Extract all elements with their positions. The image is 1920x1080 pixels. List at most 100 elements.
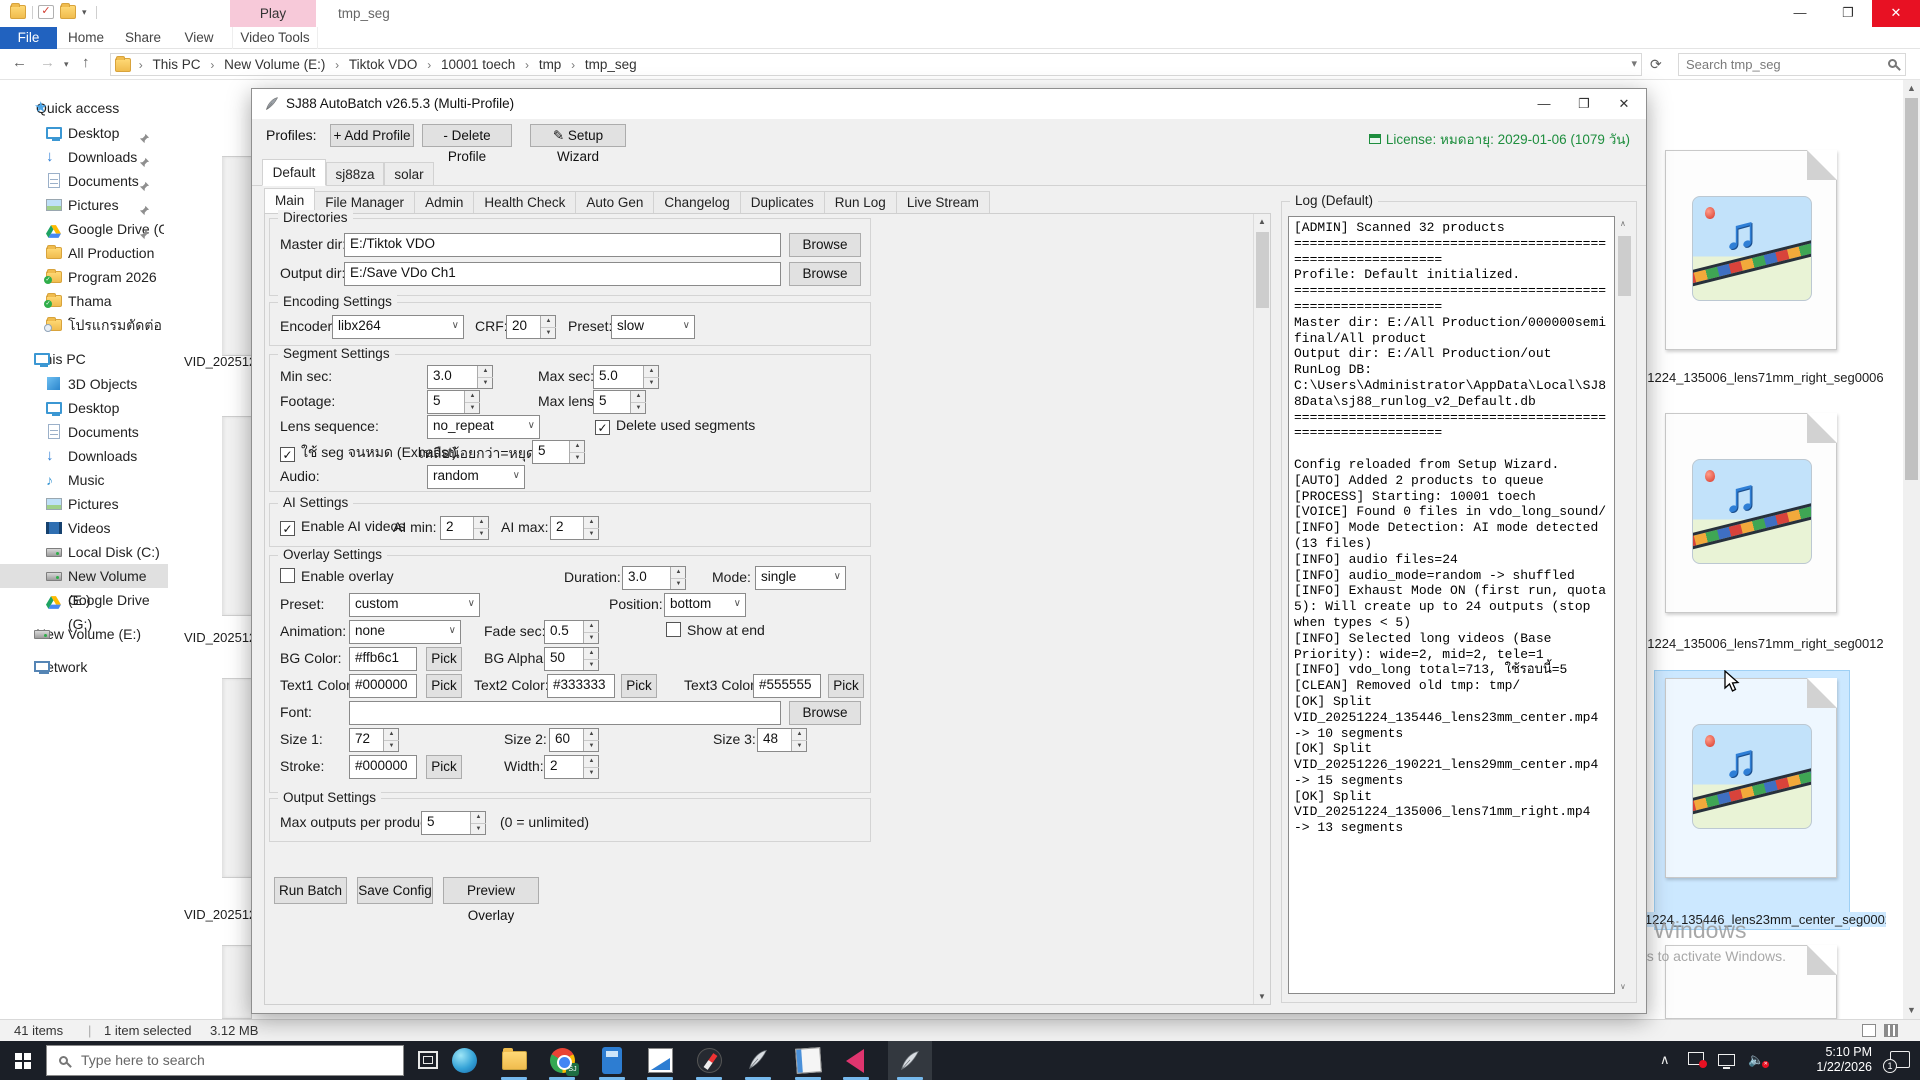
- sidebar-item-desktop-pc[interactable]: Desktop: [0, 396, 168, 420]
- clock[interactable]: 5:10 PM 1/22/2026: [1816, 1045, 1872, 1075]
- minimize-button[interactable]: —: [1776, 0, 1824, 27]
- scrollbar-thumb[interactable]: [1256, 232, 1269, 308]
- max-sec-stepper[interactable]: 5.0 ▲ ▼: [593, 365, 659, 389]
- add-profile-button[interactable]: + Add Profile: [330, 124, 414, 147]
- scroll-down-icon[interactable]: ∨: [1620, 982, 1626, 991]
- scrollbar-thumb[interactable]: [1618, 236, 1631, 296]
- sidebar-item-downloads-pc[interactable]: ↓ Downloads: [0, 444, 168, 468]
- file-thumbnail[interactable]: ♫: [1665, 413, 1837, 613]
- explorer-search-input[interactable]: Search tmp_seg: [1678, 53, 1906, 76]
- spinner-arrows-icon[interactable]: ▲ ▼: [583, 621, 599, 643]
- scroll-up-icon[interactable]: ▲: [1903, 80, 1920, 97]
- tab-health-check[interactable]: Health Check: [473, 191, 577, 214]
- sidebar-section-network[interactable]: Network: [0, 655, 168, 680]
- back-icon[interactable]: ←: [12, 54, 27, 71]
- forward-icon[interactable]: →: [40, 54, 55, 71]
- font-browse-button[interactable]: Browse: [789, 701, 861, 725]
- bg-color-input[interactable]: #ffb6c1: [349, 647, 417, 671]
- delete-profile-button[interactable]: - Delete Profile: [422, 124, 512, 164]
- spinner-arrows-icon[interactable]: ▲ ▼: [383, 729, 399, 751]
- min-sec-stepper[interactable]: 3.0 ▲ ▼: [427, 365, 493, 389]
- dialog-close-button[interactable]: ✕: [1604, 90, 1644, 118]
- properties-icon[interactable]: ✓: [38, 5, 54, 19]
- spinner-arrows-icon[interactable]: ▲ ▼: [473, 517, 489, 539]
- sidebar-item-downloads[interactable]: ↓ Downloads: [0, 145, 168, 169]
- details-view-icon[interactable]: [1862, 1024, 1876, 1037]
- setup-wizard-button[interactable]: ✎ Setup Wizard: [530, 124, 626, 164]
- sidebar-item-3d-objects[interactable]: 3D Objects: [0, 372, 168, 396]
- file-thumbnail-partial[interactable]: [222, 416, 252, 616]
- tray-chevron-icon[interactable]: ∧: [1660, 1052, 1670, 1068]
- text1-pick-button[interactable]: Pick: [426, 674, 462, 698]
- sidebar-item-videos[interactable]: Videos: [0, 516, 168, 540]
- network-status-icon[interactable]: [1718, 1054, 1735, 1069]
- qat-customize-arrow-icon[interactable]: ▾: [82, 7, 87, 18]
- sidebar-item-documents[interactable]: Documents: [0, 169, 168, 193]
- tab-run-log[interactable]: Run Log: [823, 191, 897, 214]
- taskbar-search-input[interactable]: Type here to search: [46, 1045, 404, 1076]
- sidebar-item-editing-program[interactable]: โปรแกรมตัดต่อ: [0, 313, 168, 337]
- sidebar-item-documents-pc[interactable]: Documents: [0, 420, 168, 444]
- form-scrollbar[interactable]: ▲ ▼: [1253, 214, 1270, 1004]
- sidebar-section-this-pc[interactable]: This PC: [0, 347, 168, 372]
- text2-color-input[interactable]: #333333: [547, 674, 615, 698]
- ribbon-tab-share[interactable]: Share: [118, 27, 168, 49]
- lens-sequence-select[interactable]: no_repeat ∨: [427, 415, 540, 439]
- scroll-down-icon[interactable]: ▼: [1258, 992, 1266, 1001]
- maximize-button[interactable]: ❐: [1824, 0, 1872, 27]
- dialog-maximize-button[interactable]: ❐: [1564, 90, 1604, 118]
- sidebar-item-all-production[interactable]: All Production: [0, 241, 168, 265]
- photos-app-icon[interactable]: [648, 1048, 673, 1073]
- preview-overlay-button[interactable]: Preview Overlay: [443, 877, 539, 923]
- size3-stepper[interactable]: 48 ▲ ▼: [757, 728, 807, 752]
- ribbon-tab-home[interactable]: Home: [62, 27, 110, 49]
- explorer-scrollbar[interactable]: ▲ ▼: [1903, 80, 1920, 1019]
- breadcrumb-item[interactable]: tmp_seg: [579, 54, 643, 75]
- sidebar-item-local-disk-c[interactable]: Local Disk (C:): [0, 540, 168, 564]
- breadcrumb[interactable]: › This PC › New Volume (E:) › Tiktok VDO…: [110, 53, 1642, 76]
- ai-max-stepper[interactable]: 2 ▲ ▼: [550, 516, 599, 540]
- sidebar-item-google-drive-pc[interactable]: Google Drive (G:): [0, 588, 168, 632]
- tab-live-stream[interactable]: Live Stream: [895, 191, 990, 214]
- preset-select[interactable]: slow ∨: [611, 315, 695, 339]
- profile-tab-sj88za[interactable]: sj88za: [326, 162, 384, 186]
- tab-admin[interactable]: Admin: [414, 191, 475, 214]
- dialog-minimize-button[interactable]: —: [1524, 90, 1564, 118]
- breadcrumb-item[interactable]: This PC: [147, 54, 207, 75]
- ribbon-tab-video-tools[interactable]: Video Tools: [232, 27, 318, 49]
- volume-muted-icon[interactable]: 🔈 ✕: [1748, 1052, 1770, 1068]
- crf-stepper[interactable]: 20 ▲ ▼: [506, 315, 556, 339]
- sidebar-section-quick-access[interactable]: ★ Quick access: [0, 96, 168, 121]
- max-lens-stepper[interactable]: 5 ▲ ▼: [593, 390, 646, 414]
- remain-stop-stepper[interactable]: 5 ▲ ▼: [532, 440, 585, 464]
- mode-select[interactable]: single ∨: [755, 566, 846, 590]
- output-dir-input[interactable]: E:/Save VDo Ch1: [344, 262, 781, 286]
- file-name[interactable]: 20251224_135006_lens71mm_right_seg0006: [1616, 370, 1886, 385]
- spinner-arrows-icon[interactable]: ▲ ▼: [464, 391, 480, 413]
- delete-used-checkbox[interactable]: ✓ Delete used segments: [595, 417, 755, 435]
- ribbon-tab-view[interactable]: View: [176, 27, 222, 49]
- media-player-icon[interactable]: [846, 1049, 864, 1073]
- file-name[interactable]: VID_202512: [184, 354, 252, 369]
- scrollbar-thumb[interactable]: [1905, 98, 1918, 480]
- scroll-up-icon[interactable]: ∧: [1620, 219, 1626, 228]
- tab-duplicates[interactable]: Duplicates: [739, 191, 825, 214]
- tray-app-icon[interactable]: [1688, 1052, 1707, 1068]
- file-name[interactable]: 20251224_135006_lens71mm_right_seg0012: [1616, 636, 1886, 651]
- font-input[interactable]: [349, 701, 781, 725]
- text1-color-input[interactable]: #000000: [349, 674, 417, 698]
- stroke-width-stepper[interactable]: 2 ▲ ▼: [544, 755, 599, 779]
- task-view-icon[interactable]: [418, 1051, 438, 1069]
- stroke-color-input[interactable]: #000000: [349, 755, 417, 779]
- enable-overlay-checkbox[interactable]: Enable overlay: [280, 568, 394, 586]
- max-outputs-stepper[interactable]: 5 ▲ ▼: [421, 811, 486, 835]
- spinner-arrows-icon[interactable]: ▲ ▼: [670, 567, 686, 589]
- size1-stepper[interactable]: 72 ▲ ▼: [349, 728, 399, 752]
- file-thumbnail-partial[interactable]: [222, 678, 252, 878]
- sidebar-item-program-2026[interactable]: ✓ Program 2026: [0, 265, 168, 289]
- history-chevron-icon[interactable]: ▾: [64, 59, 69, 70]
- footage-stepper[interactable]: 5 ▲ ▼: [427, 390, 480, 414]
- active-app-slot[interactable]: [888, 1041, 932, 1080]
- ai-min-stepper[interactable]: 2 ▲ ▼: [440, 516, 489, 540]
- text3-pick-button[interactable]: Pick: [828, 674, 864, 698]
